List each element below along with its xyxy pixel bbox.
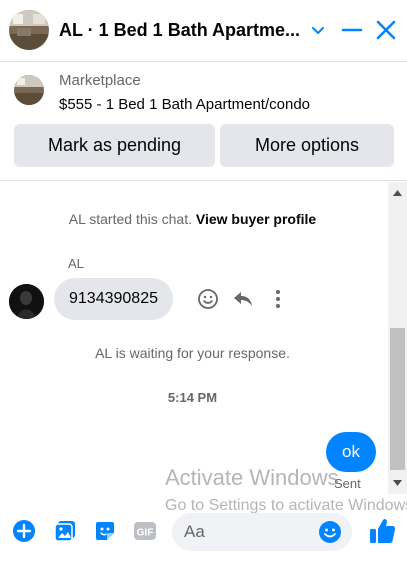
card-divider <box>0 180 407 181</box>
minimize-icon[interactable] <box>340 18 364 42</box>
more-options-button[interactable]: More options <box>220 124 394 167</box>
close-icon[interactable] <box>374 18 398 42</box>
waiting-notice: AL is waiting for your response. <box>95 345 290 361</box>
chat-header: AL · 1 Bed 1 Bath Apartme... <box>0 0 407 62</box>
marketplace-label: Marketplace <box>59 72 141 89</box>
incoming-message-bubble[interactable]: 9134390825 <box>54 278 173 320</box>
activate-windows-watermark: Activate Windows <box>165 465 339 490</box>
gif-icon[interactable]: GIF <box>133 519 157 543</box>
reply-icon[interactable] <box>232 288 254 310</box>
thumbs-up-icon[interactable] <box>369 517 396 545</box>
scroll-up-arrow-icon[interactable] <box>388 186 407 200</box>
chat-scrollbar[interactable] <box>388 182 407 494</box>
message-list: AL started this chat. View buyer profile… <box>0 182 407 494</box>
view-buyer-profile-link[interactable]: View buyer profile <box>196 211 316 227</box>
chat-started-text: AL started this chat. <box>68 211 192 227</box>
plus-icon[interactable] <box>12 519 36 543</box>
mark-as-pending-button[interactable]: Mark as pending <box>14 124 215 167</box>
photo-icon[interactable] <box>53 519 77 543</box>
listing-thumbnail[interactable] <box>14 75 44 105</box>
header-divider <box>0 61 407 62</box>
scroll-thumb[interactable] <box>390 328 405 470</box>
chevron-down-icon[interactable] <box>306 18 330 42</box>
more-actions-icon[interactable] <box>267 288 289 310</box>
listing-title[interactable]: $555 - 1 Bed 1 Bath Apartment/condo <box>59 96 310 113</box>
message-input[interactable] <box>184 513 312 551</box>
sender-avatar[interactable] <box>9 284 44 319</box>
chat-started-notice: AL started this chat. View buyer profile <box>0 211 385 227</box>
svg-text:GIF: GIF <box>137 528 154 539</box>
chat-title: AL · 1 Bed 1 Bath Apartme... <box>59 20 301 40</box>
scroll-down-arrow-icon[interactable] <box>388 476 407 490</box>
listing-avatar[interactable] <box>9 10 49 50</box>
emoji-react-icon[interactable] <box>197 288 219 310</box>
emoji-icon[interactable] <box>318 520 342 544</box>
sender-name: AL <box>68 256 84 271</box>
message-composer <box>172 513 352 551</box>
message-timestamp: 5:14 PM <box>167 390 218 405</box>
sticker-icon[interactable] <box>93 519 117 543</box>
